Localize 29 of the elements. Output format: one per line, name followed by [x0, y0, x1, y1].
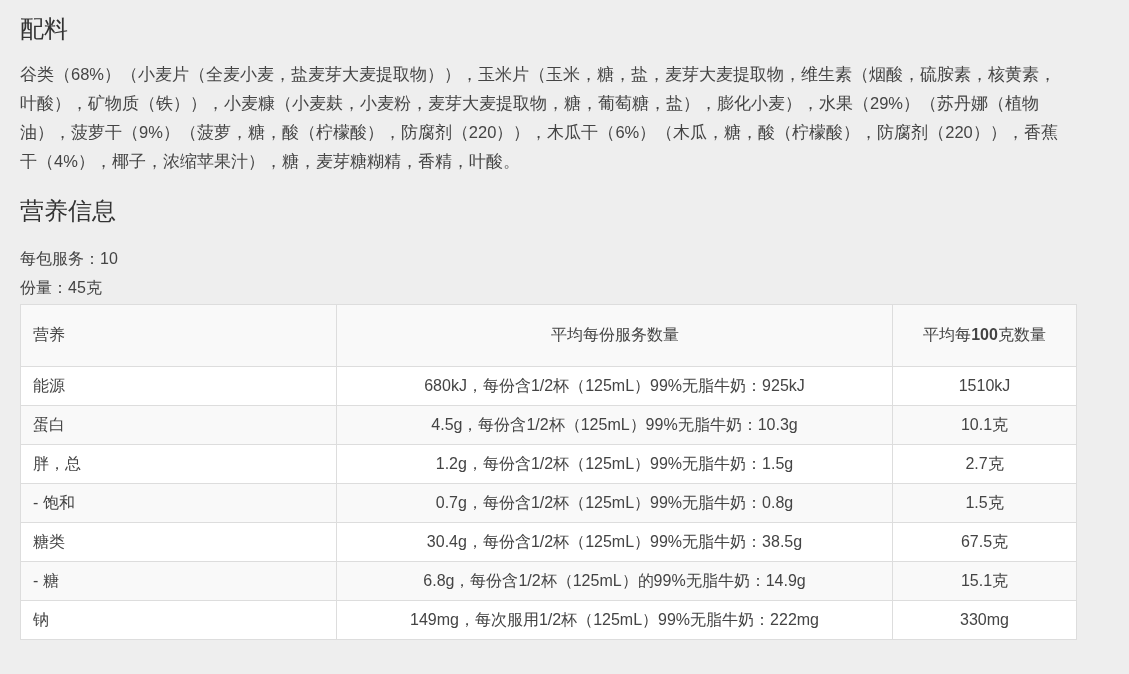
table-cell: 能源: [20, 366, 337, 406]
ingredients-paragraph: 谷类（68%）（小麦片（全麦小麦，盐麦芽大麦提取物）），玉米片（玉米，糖，盐，麦芽大麦提取物，维生素（烟酸，硫胺素，核黄素，叶酸），矿物质（铁）），小麦糠（小麦麸，小麦粉，麦芽大麦提取物，糖，葡萄糖，盐），膨化小麦），水果（29%）（苏丹娜（植物油），菠萝干（9%）（菠萝，糖，酸（柠檬酸），防腐剂（220）），木瓜干（6%）（木瓜，糖，酸（柠檬酸），防腐剂（220）），香蕉干（4%），椰子，浓缩苹果汁），糖，麦芽糖糊精，香精，叶酸。: [20, 64, 1059, 172]
section-heading: 配料: [20, 14, 69, 44]
table-cell: 149mg，每次服用1/2杯（125mL）99%无脂牛奶：222mg: [336, 600, 893, 640]
table-cell: - 饱和: [20, 483, 337, 523]
table-cell: 1.2g，每份含1/2杯（125mL）99%无脂牛奶：1.5g: [336, 444, 893, 484]
table-cell: 糖类: [20, 522, 337, 562]
table-cell: 1.5克: [892, 483, 1077, 523]
table-cell: 2.7克: [892, 444, 1077, 484]
table-cell: 4.5g，每份含1/2杯（125mL）99%无脂牛奶：10.3g: [336, 405, 893, 445]
table-cell: 330mg: [892, 600, 1077, 640]
column-header: 营养: [20, 304, 337, 367]
column-header: 平均每份服务数量: [336, 304, 893, 367]
table-cell: 蛋白: [20, 405, 337, 445]
table-cell: 1510kJ: [892, 366, 1077, 406]
table-cell: 30.4g，每份含1/2杯（125mL）99%无脂牛奶：38.5g: [336, 522, 893, 562]
table-cell: 6.8g，每份含1/2杯（125mL）的99%无脂牛奶：14.9g: [336, 561, 893, 601]
serving-info: 份量：45克: [20, 278, 103, 298]
table-cell: 钠: [20, 600, 337, 640]
serving-info: 每包服务：10: [20, 249, 119, 269]
section-heading: 营养信息: [20, 196, 117, 226]
table-cell: 15.1克: [892, 561, 1077, 601]
table-cell: 胖，总: [20, 444, 337, 484]
table-cell: 0.7g，每份含1/2杯（125mL）99%无脂牛奶：0.8g: [336, 483, 893, 523]
table-cell: 680kJ，每份含1/2杯（125mL）99%无脂牛奶：925kJ: [336, 366, 893, 406]
table-cell: 10.1克: [892, 405, 1077, 445]
table-cell: - 糖: [20, 561, 337, 601]
column-header: 平均每100克数量: [892, 304, 1077, 367]
table-cell: 67.5克: [892, 522, 1077, 562]
